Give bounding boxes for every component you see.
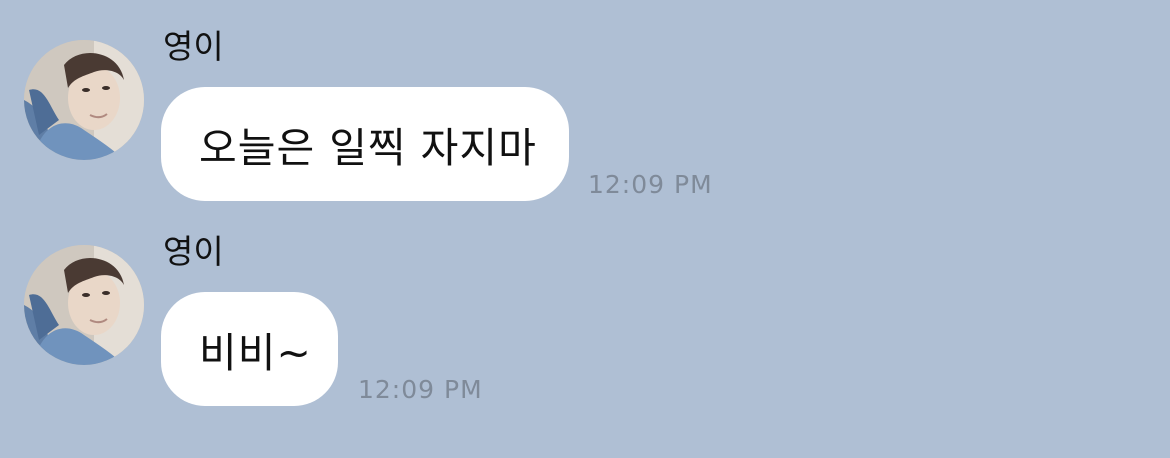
message-bubble[interactable]: 오늘은 일찍 자지마 — [161, 87, 569, 201]
message-text: 비비~ — [199, 329, 312, 377]
message-bubble[interactable]: 비비~ — [161, 292, 338, 406]
sender-avatar[interactable] — [24, 245, 144, 365]
sender-name: 영이 — [163, 27, 224, 66]
chat-log: 영이 오늘은 일찍 자지마 12:09 PM 영이 비비~ 12:09 PM — [0, 0, 1170, 458]
sender-avatar[interactable] — [24, 40, 144, 160]
profile-photo-icon — [24, 40, 144, 160]
message-text: 오늘은 일찍 자지마 — [199, 124, 537, 172]
profile-photo-icon — [24, 245, 144, 365]
message-timestamp: 12:09 PM — [588, 170, 713, 199]
message-timestamp: 12:09 PM — [358, 375, 483, 404]
sender-name: 영이 — [163, 232, 224, 271]
